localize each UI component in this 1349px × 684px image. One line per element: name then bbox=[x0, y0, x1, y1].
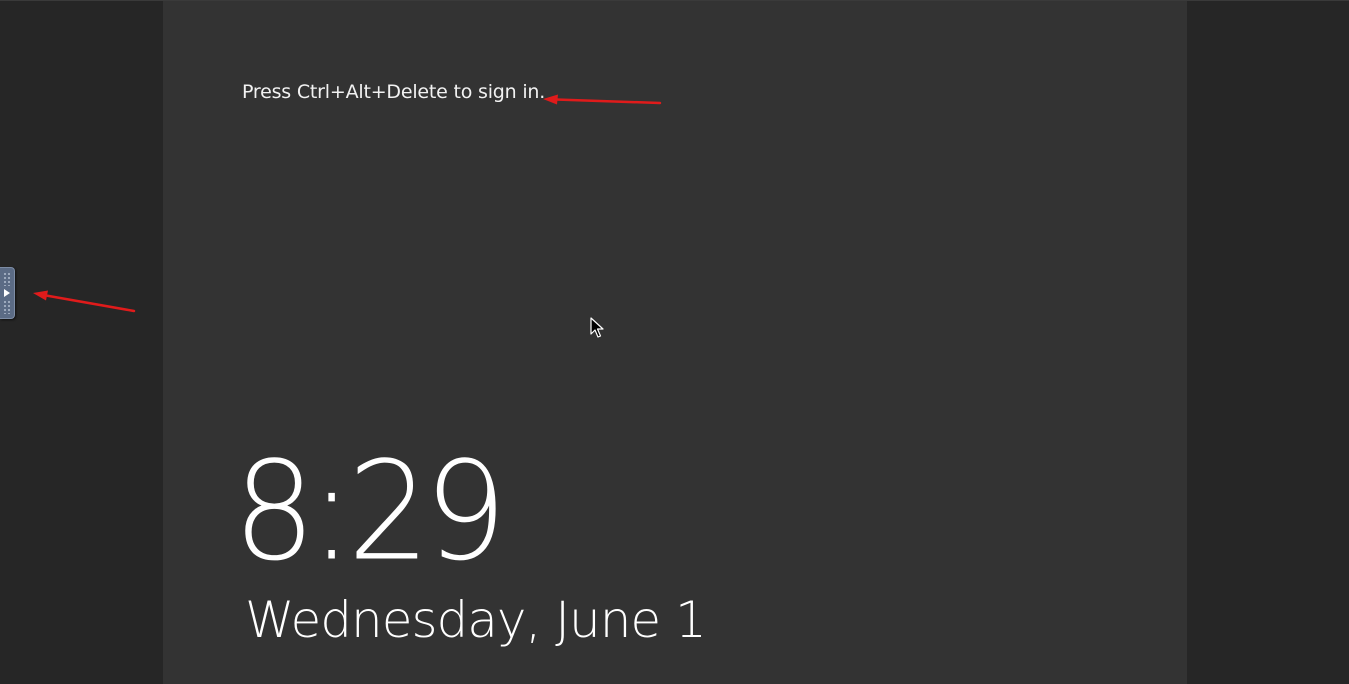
sign-in-prompt: Press Ctrl+Alt+Delete to sign in. bbox=[242, 81, 546, 103]
play-triangle-icon bbox=[4, 289, 10, 297]
clock-time: 8:29 bbox=[233, 431, 507, 592]
lock-screen[interactable]: Press Ctrl+Alt+Delete to sign in. 8:29 W… bbox=[163, 1, 1187, 684]
grip-dots-icon bbox=[3, 272, 11, 286]
side-toolbar-handle[interactable] bbox=[0, 267, 15, 319]
mouse-cursor-icon bbox=[590, 317, 604, 338]
annotation-arrow-handle bbox=[33, 290, 136, 313]
remote-desktop-viewport: Press Ctrl+Alt+Delete to sign in. 8:29 W… bbox=[0, 0, 1349, 684]
clock-date: Wednesday, June 1 bbox=[245, 591, 707, 649]
grip-dots-icon bbox=[3, 300, 11, 314]
